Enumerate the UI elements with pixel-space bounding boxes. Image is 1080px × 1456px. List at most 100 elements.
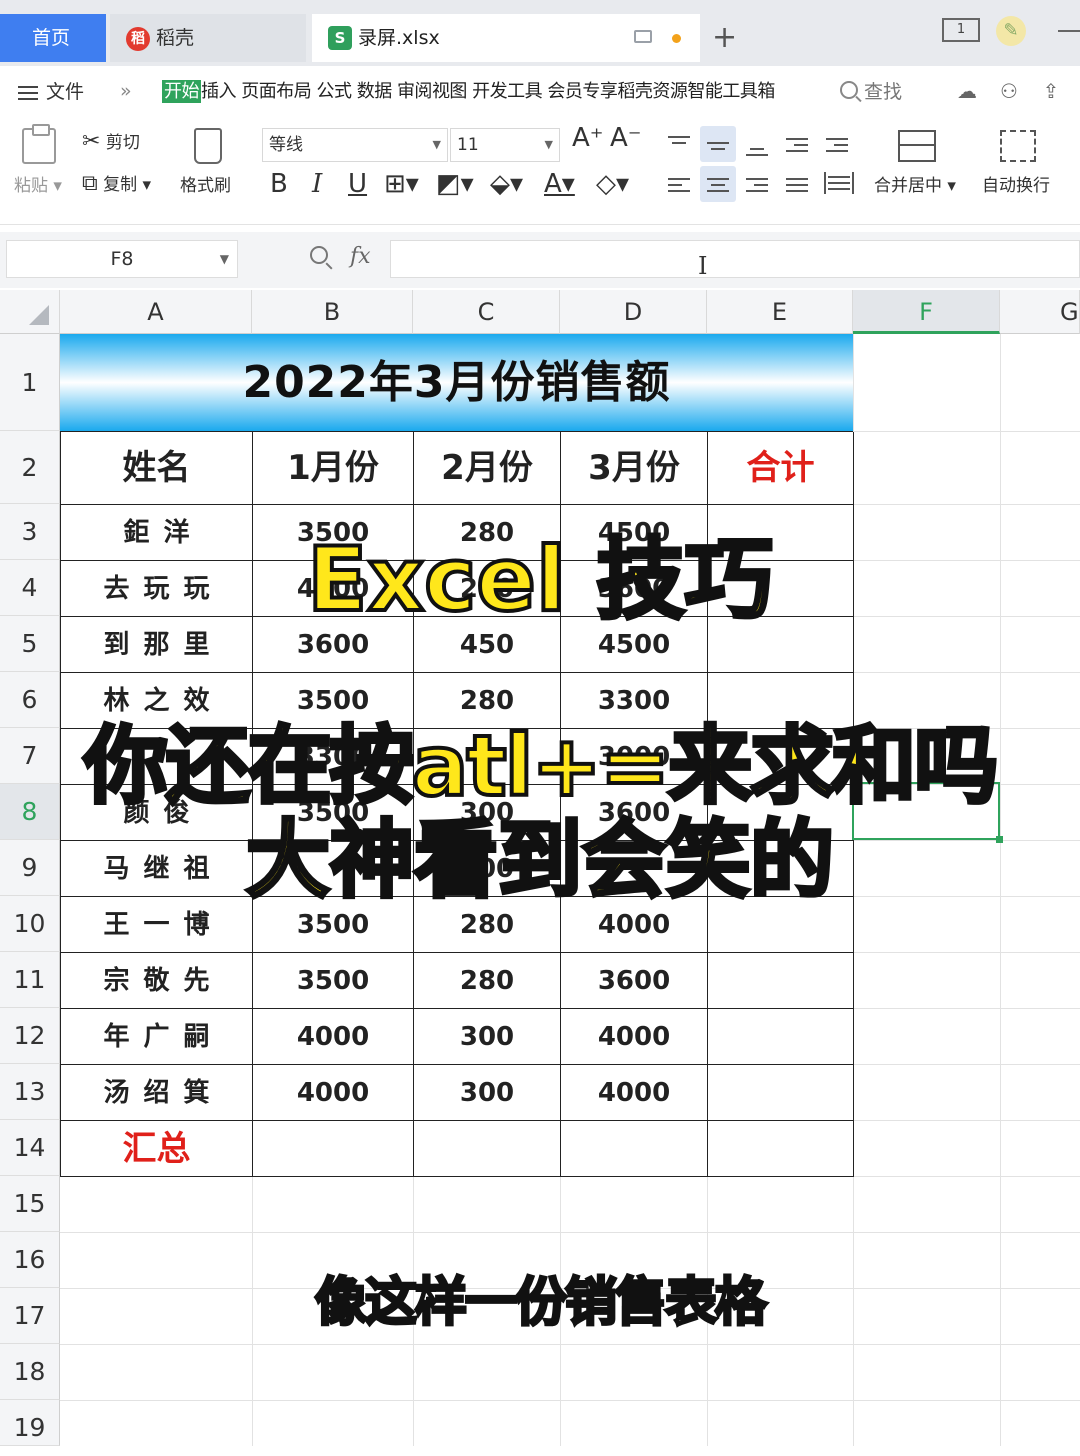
auto-wrap-button[interactable]: 自动换行 <box>982 174 1050 198</box>
select-all-corner[interactable] <box>0 290 60 334</box>
paste-icon[interactable] <box>22 124 56 164</box>
border-icon[interactable]: ⊞▾ <box>384 166 419 202</box>
col-header-a[interactable]: A <box>60 290 252 334</box>
col-header-b[interactable]: B <box>252 290 413 334</box>
header-cell[interactable]: 1月份 <box>253 432 414 505</box>
align-center-icon[interactable] <box>707 174 729 196</box>
cloud-icon[interactable]: ☁ <box>954 80 980 102</box>
wrap-text-icon[interactable] <box>1000 130 1036 162</box>
value-cell[interactable]: 4000 <box>561 1065 708 1121</box>
value-cell[interactable]: 3500 <box>253 953 414 1009</box>
menu-tab-home[interactable]: 开始 <box>162 80 201 103</box>
distributed-icon[interactable] <box>824 172 854 194</box>
zoom-icon[interactable] <box>310 246 328 264</box>
header-cell[interactable]: 3月份 <box>561 432 708 505</box>
col-header-g[interactable]: G <box>1000 290 1080 334</box>
col-header-f[interactable]: F <box>853 290 1000 334</box>
paste-button[interactable]: 粘贴 ▾ <box>14 174 62 198</box>
name-cell[interactable]: 年广嗣 <box>61 1009 253 1065</box>
menu-tab-member[interactable]: 会员专享 <box>547 81 618 102</box>
row-header-11[interactable]: 11 <box>0 952 60 1008</box>
bold-button[interactable]: B <box>270 166 288 202</box>
name-box[interactable]: F8 ▼ <box>6 240 238 278</box>
row-header-2[interactable]: 2 <box>0 431 60 504</box>
font-color-icon[interactable]: A▾ <box>544 166 575 202</box>
minimize-icon[interactable] <box>1058 30 1080 32</box>
align-top-icon[interactable] <box>668 132 690 148</box>
value-cell[interactable] <box>708 1065 854 1121</box>
value-cell[interactable]: 300 <box>414 1009 561 1065</box>
sheet-title-cell[interactable]: 2022年3月份销售额 <box>60 334 853 431</box>
font-name-select[interactable]: 等线 ▼ <box>262 128 448 162</box>
cut-button[interactable]: ✂ 剪切 <box>82 130 140 155</box>
format-painter-button[interactable]: 格式刷 <box>180 174 231 198</box>
decrease-indent-icon[interactable] <box>786 134 808 156</box>
total-label-cell[interactable]: 汇总 <box>61 1121 253 1177</box>
row-header-18[interactable]: 18 <box>0 1344 60 1400</box>
monitor-icon[interactable] <box>634 30 652 43</box>
value-cell[interactable]: 280 <box>414 953 561 1009</box>
col-header-c[interactable]: C <box>413 290 560 334</box>
value-cell[interactable]: 4000 <box>561 1009 708 1065</box>
format-painter-icon[interactable] <box>194 128 222 164</box>
row-header-1[interactable]: 1 <box>0 334 60 431</box>
skin-icon[interactable]: ✎ <box>996 16 1026 46</box>
row-header-13[interactable]: 13 <box>0 1064 60 1120</box>
merge-cells-icon[interactable] <box>898 130 936 162</box>
col-header-d[interactable]: D <box>560 290 707 334</box>
align-right-icon[interactable] <box>746 174 768 196</box>
total-cell[interactable] <box>414 1121 561 1177</box>
row-header-12[interactable]: 12 <box>0 1008 60 1064</box>
tab-file[interactable]: S 录屏.xlsx <box>312 14 700 62</box>
formula-input[interactable] <box>390 240 1080 278</box>
menu-tab-smart-tools[interactable]: 智能工具箱 <box>687 81 775 102</box>
menu-tab-developer[interactable]: 开发工具 <box>472 81 543 102</box>
window-layout-icon[interactable]: 1 <box>942 18 980 42</box>
decrease-font-button[interactable]: A⁻ <box>610 125 642 151</box>
name-cell[interactable]: 汤绍箕 <box>61 1065 253 1121</box>
name-cell[interactable]: 宗敬先 <box>61 953 253 1009</box>
merge-center-button[interactable]: 合并居中 ▾ <box>874 174 956 198</box>
tab-daoke[interactable]: 稻 稻壳 <box>110 14 306 62</box>
copy-button[interactable]: ⧉ 复制 ▾ <box>82 172 151 197</box>
align-middle-icon[interactable] <box>707 138 729 154</box>
total-cell[interactable] <box>253 1121 414 1177</box>
total-cell[interactable] <box>561 1121 708 1177</box>
value-cell[interactable]: 3600 <box>561 953 708 1009</box>
tab-home[interactable]: 首页 <box>0 14 106 62</box>
justify-icon[interactable] <box>786 174 808 196</box>
row-header-19[interactable]: 19 <box>0 1400 60 1446</box>
value-cell[interactable]: 4000 <box>253 1009 414 1065</box>
share-user-icon[interactable]: ⚇ <box>996 80 1022 102</box>
value-cell[interactable]: 4000 <box>253 1065 414 1121</box>
fill-color-icon[interactable]: ⬙▾ <box>490 166 523 202</box>
increase-indent-icon[interactable] <box>826 134 848 156</box>
menu-tab-review[interactable]: 审阅 <box>397 81 433 102</box>
col-header-e[interactable]: E <box>707 290 853 334</box>
header-cell[interactable]: 合计 <box>708 432 854 505</box>
fill-pattern-icon[interactable]: ◩▾ <box>436 166 474 202</box>
italic-button[interactable]: I <box>312 166 322 202</box>
share-icon[interactable]: ⇪ <box>1038 80 1064 102</box>
search-button[interactable]: 查找 <box>840 78 902 106</box>
header-cell[interactable]: 姓名 <box>61 432 253 505</box>
value-cell[interactable]: 300 <box>414 1065 561 1121</box>
menu-tab-insert[interactable]: 插入 <box>201 81 237 102</box>
row-header-14[interactable]: 14 <box>0 1120 60 1176</box>
font-size-select[interactable]: 11 ▼ <box>450 128 560 162</box>
row-header-15[interactable]: 15 <box>0 1176 60 1232</box>
clear-format-icon[interactable]: ◇▾ <box>596 166 629 202</box>
new-tab-button[interactable]: + <box>712 18 737 58</box>
menu-tab-view[interactable]: 视图 <box>432 81 468 102</box>
file-menu-button[interactable]: 文件 <box>18 78 84 106</box>
increase-font-button[interactable]: A⁺ <box>572 125 604 151</box>
menu-tab-page-layout[interactable]: 页面布局 <box>241 81 312 102</box>
total-cell[interactable] <box>708 1121 854 1177</box>
menu-tab-data[interactable]: 数据 <box>357 81 393 102</box>
menu-tab-daoke-resource[interactable]: 稻壳资源 <box>617 81 688 102</box>
more-menus-icon[interactable]: » <box>120 80 132 102</box>
underline-button[interactable]: U <box>348 166 367 202</box>
value-cell[interactable] <box>708 1009 854 1065</box>
insert-function-icon[interactable]: fx <box>350 244 371 269</box>
menu-tab-formula[interactable]: 公式 <box>316 81 352 102</box>
